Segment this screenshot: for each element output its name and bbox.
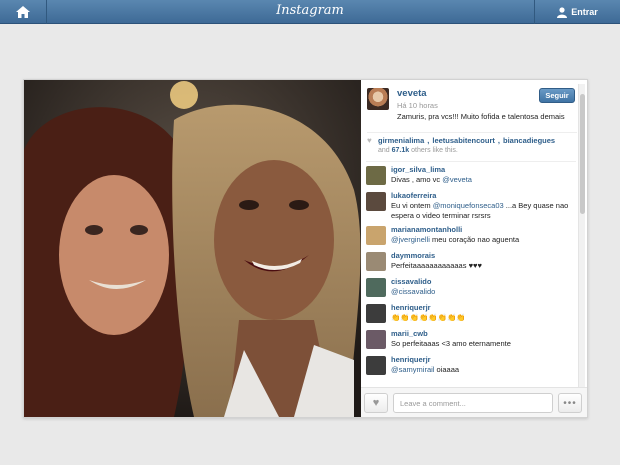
comment-username[interactable]: daymmorais xyxy=(391,251,435,260)
comment-body: 👏👏👏👏👏👏👏👏 xyxy=(391,313,466,322)
likes-count: and 67.1k others like this. xyxy=(378,147,458,154)
avatar[interactable] xyxy=(366,252,386,271)
follow-button[interactable]: Seguir xyxy=(539,88,575,103)
comment-body-after: oiaaaa xyxy=(434,365,460,374)
user-icon xyxy=(557,6,568,18)
comment-text: Divas , amo vc @veveta xyxy=(391,175,576,185)
comment-mention[interactable]: @samymirail xyxy=(391,365,434,374)
comment-item: lukaoferreira Eu vi ontem @moniquefonsec… xyxy=(366,191,576,222)
comment-text: Perfeitaaaaaaaaaaaas ♥♥♥ xyxy=(391,261,576,271)
comment-body-after: meu coração nao aguenta xyxy=(429,235,520,244)
photo-image xyxy=(24,80,361,417)
login-label: Entrar xyxy=(571,7,598,17)
comment-text: 👏👏👏👏👏👏👏👏 xyxy=(391,313,576,323)
likes-suffix: others like this. xyxy=(411,147,458,154)
liker-separator: , xyxy=(427,136,430,145)
comment-body: So perfeitaaas <3 amo eternamente xyxy=(391,339,511,348)
comment-item: igor_silva_lima Divas , amo vc @veveta xyxy=(366,165,576,188)
post-card: veveta Há 10 horas Zamuris, pra vcs!!! M… xyxy=(23,79,588,418)
comment-item: henriquerjr 👏👏👏👏👏👏👏👏 xyxy=(366,303,576,326)
comment-body: Eu vi ontem xyxy=(391,201,433,210)
comment-username[interactable]: igor_silva_lima xyxy=(391,165,445,174)
comment-username[interactable]: lukaoferreira xyxy=(391,191,436,200)
comment-mention[interactable]: @veveta xyxy=(442,175,472,184)
like-button[interactable]: ♥ xyxy=(364,393,388,413)
comment-body: Divas , amo vc xyxy=(391,175,443,184)
avatar[interactable] xyxy=(366,166,386,185)
comment-item: cissavalido @cissavalido xyxy=(366,277,576,300)
avatar[interactable] xyxy=(366,304,386,323)
avatar[interactable] xyxy=(367,88,389,110)
comment-mention[interactable]: @moniquefonseca03 xyxy=(433,201,504,210)
instagram-logo[interactable]: Instagram xyxy=(250,3,370,18)
comment-mention[interactable]: @jverginelli xyxy=(391,235,430,244)
top-bar: Instagram Entrar xyxy=(0,0,620,24)
avatar[interactable] xyxy=(366,278,386,297)
liker-link[interactable]: leetusabitencourt xyxy=(432,136,495,145)
comments-scrollbar[interactable] xyxy=(578,84,585,389)
post-caption: Zamuris, pra vcs!!! Muito fofida e talen… xyxy=(397,112,565,121)
comment-username[interactable]: henriquerjr xyxy=(391,303,431,312)
avatar[interactable] xyxy=(366,330,386,349)
home-button[interactable] xyxy=(0,0,47,24)
liker-link[interactable]: biancadiegues xyxy=(503,136,555,145)
scrollbar-thumb[interactable] xyxy=(580,94,585,214)
comment-text: @samymirail oiaaaa xyxy=(391,365,576,375)
comment-username[interactable]: marii_cwb xyxy=(391,329,428,338)
comment-text: @jverginelli meu coração nao aguenta xyxy=(391,235,576,245)
comment-item: daymmorais Perfeitaaaaaaaaaaaas ♥♥♥ xyxy=(366,251,576,274)
comment-item: marii_cwb So perfeitaaas <3 amo etername… xyxy=(366,329,576,352)
liker-link[interactable]: girmenialima xyxy=(378,136,424,145)
post-time: Há 10 horas xyxy=(397,101,438,110)
post-photo[interactable] xyxy=(24,80,361,417)
comment-username[interactable]: henriquerjr xyxy=(391,355,431,364)
post-username[interactable]: veveta xyxy=(397,88,427,99)
comment-username[interactable]: marianamontanholli xyxy=(391,225,462,234)
comment-mention[interactable]: @cissavalido xyxy=(391,287,435,296)
heart-icon: ♥ xyxy=(372,397,380,409)
likes-count-value[interactable]: 67.1k xyxy=(392,147,410,154)
comment-text: So perfeitaaas <3 amo eternamente xyxy=(391,339,576,349)
comment-username[interactable]: cissavalido xyxy=(391,277,431,286)
comment-item: henriquerjr @samymirail oiaaaa xyxy=(366,355,576,378)
heart-icon: ♥ xyxy=(367,135,372,145)
more-options-button[interactable]: ••• xyxy=(558,393,582,413)
avatar[interactable] xyxy=(366,356,386,375)
post-header: veveta Há 10 horas Zamuris, pra vcs!!! M… xyxy=(367,86,575,130)
post-sidebar: veveta Há 10 horas Zamuris, pra vcs!!! M… xyxy=(361,80,587,417)
comment-footer: ♥ ••• xyxy=(361,387,587,417)
comment-item: marianamontanholli @jverginelli meu cora… xyxy=(366,225,576,248)
liker-separator: , xyxy=(497,136,500,145)
comment-text: Eu vi ontem @moniquefonseca03 ...a Bey q… xyxy=(391,201,576,221)
comment-text: @cissavalido xyxy=(391,287,576,297)
comment-body: Perfeitaaaaaaaaaaaas ♥♥♥ xyxy=(391,261,482,270)
likes-section: ♥ girmenialima, leetusabitencourt, bianc… xyxy=(367,132,577,154)
comments-list: igor_silva_lima Divas , amo vc @veveta l… xyxy=(366,161,576,387)
avatar[interactable] xyxy=(366,192,386,211)
avatar[interactable] xyxy=(366,226,386,245)
login-button[interactable]: Entrar xyxy=(534,0,620,24)
home-icon xyxy=(16,6,30,18)
comment-input[interactable] xyxy=(393,393,553,413)
